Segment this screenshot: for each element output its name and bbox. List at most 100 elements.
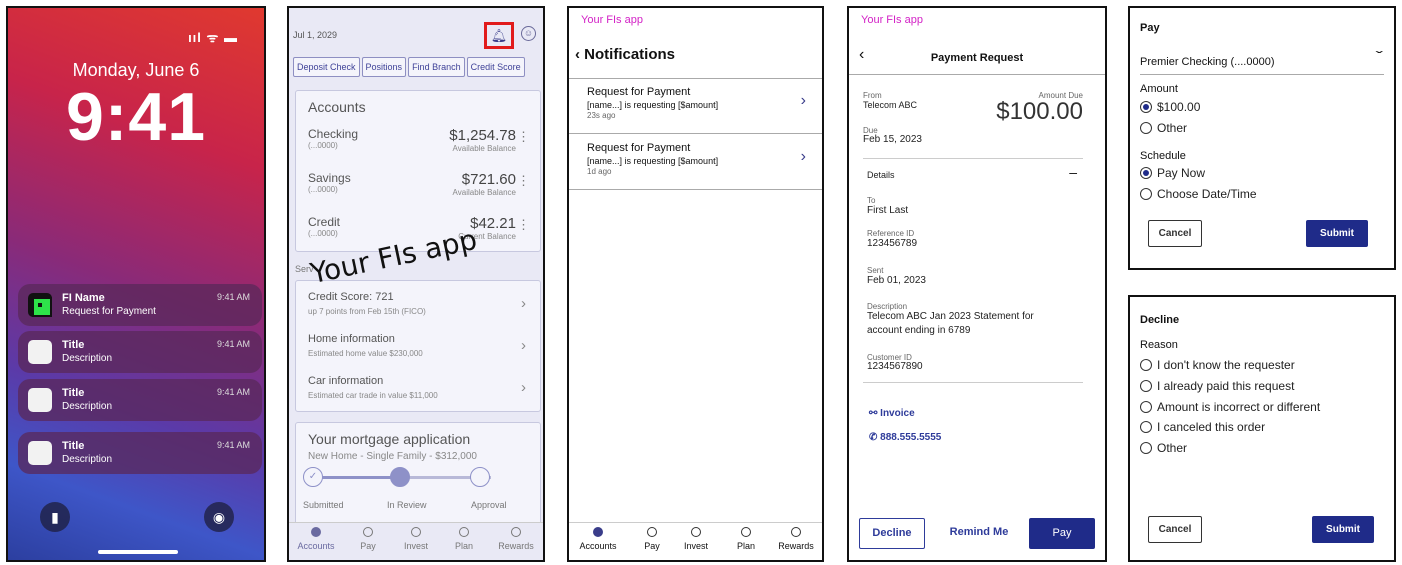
nav-plan[interactable]: Plan xyxy=(441,527,487,551)
nav-accounts[interactable]: Accounts xyxy=(293,527,339,551)
chip-find-branch[interactable]: Find Branch xyxy=(408,57,465,77)
service-home-info[interactable]: Home information Estimated home value $2… xyxy=(308,333,530,373)
home-date: Jul 1, 2029 xyxy=(293,30,338,40)
notification-time: 9:41 AM xyxy=(216,440,250,450)
nav-pay[interactable]: Pay xyxy=(345,527,391,551)
notification[interactable]: Title Description 9:41 AM xyxy=(18,331,262,373)
nav-invest[interactable]: Invest xyxy=(393,527,439,551)
nav-label: Accounts xyxy=(297,541,335,551)
account-select[interactable]: Premier Checking (....0000) ˇ xyxy=(1140,48,1384,72)
amount-option-other[interactable]: Other xyxy=(1140,121,1187,135)
account-name: Checking xyxy=(308,127,359,141)
accounts-title: Accounts xyxy=(308,99,366,115)
nav-accounts[interactable]: Accounts xyxy=(575,527,621,551)
back-chevron-icon[interactable]: ‹ xyxy=(575,46,584,63)
lock-screen: ııl ᯤ ▬ Monday, June 6 9:41 FI Name Requ… xyxy=(6,6,266,562)
invoice-link[interactable]: ⚯ Invoice xyxy=(869,408,915,419)
account-number: (...0000) xyxy=(308,185,338,194)
status-bar: ııl ᯤ ▬ xyxy=(188,30,238,45)
notification-title: FI Name xyxy=(62,292,105,304)
option-label: Other xyxy=(1157,441,1188,455)
notification-title: Request for Payment xyxy=(587,86,691,98)
bottom-nav: Accounts Pay Invest Plan Rewards xyxy=(569,522,822,560)
notification-time: 9:41 AM xyxy=(216,387,250,397)
pay-button[interactable]: Pay xyxy=(1029,518,1095,549)
nav-plan[interactable]: Plan xyxy=(723,527,769,551)
account-name: Credit xyxy=(308,215,341,229)
step-in-review-dot xyxy=(390,467,410,487)
amount-option-due[interactable]: $100.00 xyxy=(1140,100,1200,114)
reason-option[interactable]: Other xyxy=(1140,441,1187,455)
notification-desc: [name...] is requesting [$amount] xyxy=(587,100,719,110)
bell-icon[interactable]: 🔔︎ xyxy=(484,22,514,49)
camera-icon[interactable]: ◉ xyxy=(204,502,234,532)
cancel-button[interactable]: Cancel xyxy=(1148,516,1202,543)
notification[interactable]: Title Description 9:41 AM xyxy=(18,379,262,421)
phone-link[interactable]: ✆ 888.555.5555 xyxy=(869,432,941,443)
service-car-info[interactable]: Car information Estimated car trade in v… xyxy=(308,375,530,415)
nav-label: Plan xyxy=(454,541,473,551)
nav-label: Accounts xyxy=(579,541,617,551)
more-icon[interactable]: ⋮ xyxy=(517,217,530,233)
option-label: $100.00 xyxy=(1157,100,1201,114)
lock-time: 9:41 xyxy=(65,79,207,155)
option-label: Amount is incorrect or different xyxy=(1157,400,1321,414)
notification-title: Title xyxy=(62,440,85,452)
nav-rewards[interactable]: Rewards xyxy=(493,527,539,551)
submit-button[interactable]: Submit xyxy=(1306,220,1368,247)
chip-deposit-check[interactable]: Deposit Check xyxy=(293,57,360,77)
chip-credit-score[interactable]: Credit Score xyxy=(466,57,525,77)
profile-icon[interactable]: ☺ xyxy=(521,26,536,41)
schedule-option-date[interactable]: Choose Date/Time xyxy=(1140,187,1257,201)
submit-button[interactable]: Submit xyxy=(1312,516,1374,543)
more-icon[interactable]: ⋮ xyxy=(517,129,530,145)
notification-desc: Request for Payment xyxy=(62,306,156,317)
nav-pay[interactable]: Pay xyxy=(629,527,675,551)
cancel-button[interactable]: Cancel xyxy=(1148,220,1202,247)
home-indicator[interactable] xyxy=(98,550,178,554)
reason-option[interactable]: Amount is incorrect or different xyxy=(1140,400,1320,414)
notification-row[interactable]: Request for Payment [name...] is request… xyxy=(569,134,822,190)
notification-time: 9:41 AM xyxy=(216,339,250,349)
reason-option[interactable]: I canceled this order xyxy=(1140,420,1265,434)
chevron-right-icon: › xyxy=(800,92,806,109)
notification-desc: [name...] is requesting [$amount] xyxy=(587,156,719,166)
schedule-option-now[interactable]: Pay Now xyxy=(1140,166,1205,180)
to-value: First Last xyxy=(867,205,909,216)
bottom-nav: Accounts Pay Invest Plan Rewards xyxy=(289,522,543,560)
services-card: Credit Score: 721 up 7 points from Feb 1… xyxy=(295,280,541,412)
account-savings[interactable]: Savings (...0000) $721.60 Available Bala… xyxy=(308,171,530,211)
chip-positions[interactable]: Positions xyxy=(361,57,407,77)
notification[interactable]: Title Description 9:41 AM xyxy=(18,432,262,474)
service-name: Home information xyxy=(308,333,395,345)
reason-option[interactable]: I already paid this request xyxy=(1140,379,1294,393)
app-icon xyxy=(28,388,52,412)
decline-button[interactable]: Decline xyxy=(859,518,925,549)
collapse-icon[interactable]: – xyxy=(1069,164,1077,180)
app-name: Your FIs app xyxy=(861,14,923,26)
notification-desc: Description xyxy=(62,454,113,465)
to-label: To xyxy=(867,196,876,205)
notification-desc: Description xyxy=(62,401,113,412)
remind-me-button[interactable]: Remind Me xyxy=(939,518,1019,549)
flashlight-icon[interactable]: ▮ xyxy=(40,502,70,532)
service-credit-score[interactable]: Credit Score: 721 up 7 points from Feb 1… xyxy=(308,291,530,331)
select-value: Premier Checking (....0000) xyxy=(1140,56,1275,68)
schedule-label: Schedule xyxy=(1140,150,1186,162)
account-number: (...0000) xyxy=(308,141,338,150)
reference-value: 123456789 xyxy=(867,238,918,249)
balance-label: Available Balance xyxy=(452,144,516,153)
account-checking[interactable]: Checking (...0000) $1,254.78 Available B… xyxy=(308,127,530,167)
option-label: I already paid this request xyxy=(1157,379,1295,393)
step-approval-dot xyxy=(470,467,490,487)
fi-notification[interactable]: FI Name Request for Payment 9:41 AM xyxy=(18,284,262,326)
nav-rewards[interactable]: Rewards xyxy=(773,527,819,551)
nav-invest[interactable]: Invest xyxy=(673,527,719,551)
notification-row[interactable]: Request for Payment [name...] is request… xyxy=(569,78,822,134)
quick-actions: Deposit Check Positions Find Branch Credit … xyxy=(293,57,527,77)
sheet-title: Decline xyxy=(1140,314,1180,326)
nav-label: Pay xyxy=(360,541,376,551)
reason-option[interactable]: I don't know the requester xyxy=(1140,358,1295,372)
notification-title: Request for Payment xyxy=(587,142,691,154)
more-icon[interactable]: ⋮ xyxy=(517,173,530,189)
